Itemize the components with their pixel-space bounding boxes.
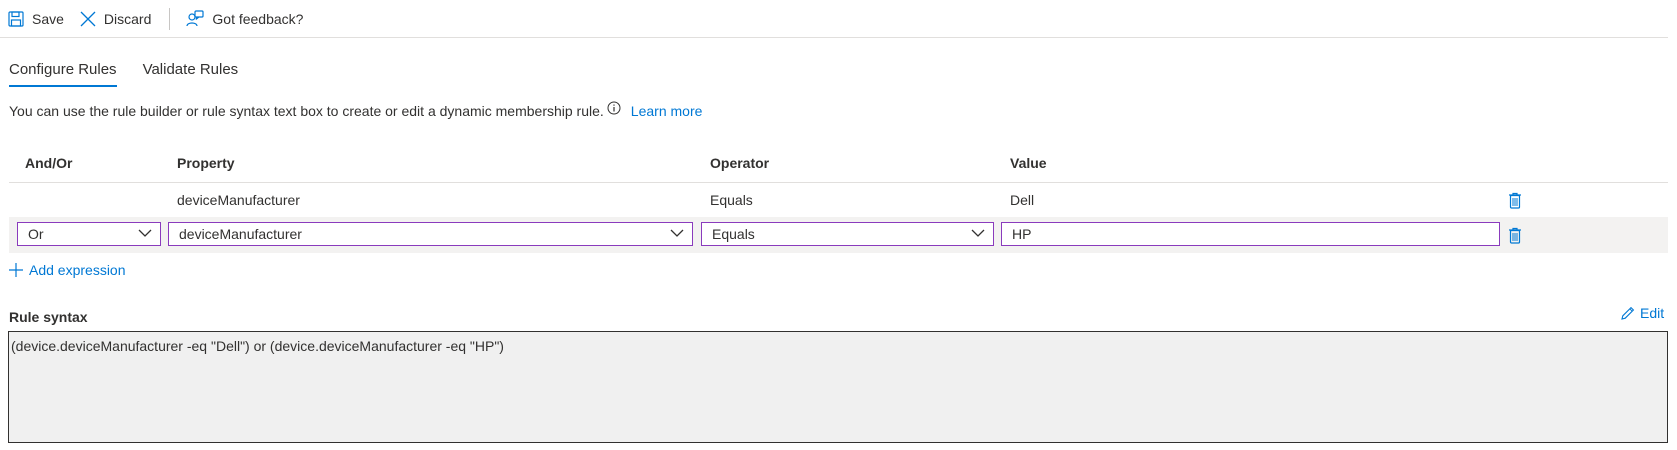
column-header-operator: Operator [710, 155, 770, 171]
edit-button[interactable]: Edit [1621, 305, 1664, 321]
save-button[interactable]: Save [8, 4, 64, 34]
column-header-property: Property [177, 155, 235, 171]
add-expression-label: Add expression [29, 262, 126, 278]
rule-syntax-label: Rule syntax [9, 309, 88, 325]
feedback-icon [186, 9, 204, 26]
close-icon [80, 11, 96, 26]
edit-label: Edit [1640, 305, 1665, 321]
rule-syntax-textbox[interactable]: (device.deviceManufacturer -eq "Dell") o… [8, 331, 1668, 443]
andor-dropdown[interactable]: Or [17, 222, 161, 246]
toolbar-divider [169, 7, 171, 30]
feedback-label: Got feedback? [212, 10, 304, 27]
column-header-value: Value [1010, 155, 1047, 171]
discard-button[interactable]: Discard [80, 4, 151, 34]
add-expression-button[interactable]: Add expression [9, 262, 126, 278]
operator-dropdown[interactable]: Equals [701, 222, 994, 246]
chevron-down-icon [971, 229, 985, 237]
property-selected: deviceManufacturer [179, 226, 302, 242]
value-text: HP [1012, 226, 1032, 242]
row1-value: Dell [1010, 192, 1035, 208]
value-input[interactable]: HP [1001, 222, 1500, 246]
tab-validate-rules[interactable]: Validate Rules [143, 58, 239, 87]
learn-more-link[interactable]: Learn more [631, 103, 703, 119]
operator-selected: Equals [712, 226, 755, 242]
property-dropdown[interactable]: deviceManufacturer [168, 222, 693, 246]
table-row[interactable]: deviceManufacturer Equals Dell [9, 183, 1668, 218]
table-row[interactable]: Or deviceManufacturer Equals HP [9, 217, 1668, 253]
save-icon [8, 10, 24, 27]
save-label: Save [32, 10, 64, 27]
description: You can use the rule builder or rule syn… [9, 101, 703, 119]
delete-icon[interactable] [1508, 227, 1522, 244]
row1-operator: Equals [710, 192, 753, 208]
rules-tabs: Configure Rules Validate Rules [9, 58, 264, 87]
rule-syntax-text: (device.deviceManufacturer -eq "Dell") o… [11, 338, 504, 354]
info-icon[interactable] [607, 101, 621, 115]
delete-icon[interactable] [1508, 192, 1522, 209]
description-text: You can use the rule builder or rule syn… [9, 103, 604, 119]
andor-selected: Or [28, 226, 44, 242]
tab-configure-rules[interactable]: Configure Rules [9, 58, 117, 87]
chevron-down-icon [670, 229, 684, 237]
column-header-andor: And/Or [25, 155, 73, 171]
row1-property: deviceManufacturer [177, 192, 300, 208]
plus-icon [9, 263, 23, 277]
rules-grid-header: And/Or Property Operator Value [9, 150, 1668, 183]
pencil-icon [1621, 306, 1635, 320]
discard-label: Discard [103, 10, 152, 27]
feedback-button[interactable]: Got feedback? [186, 4, 303, 34]
chevron-down-icon [138, 229, 152, 237]
command-bar: Save Discard Got feedback? [0, 0, 1668, 38]
